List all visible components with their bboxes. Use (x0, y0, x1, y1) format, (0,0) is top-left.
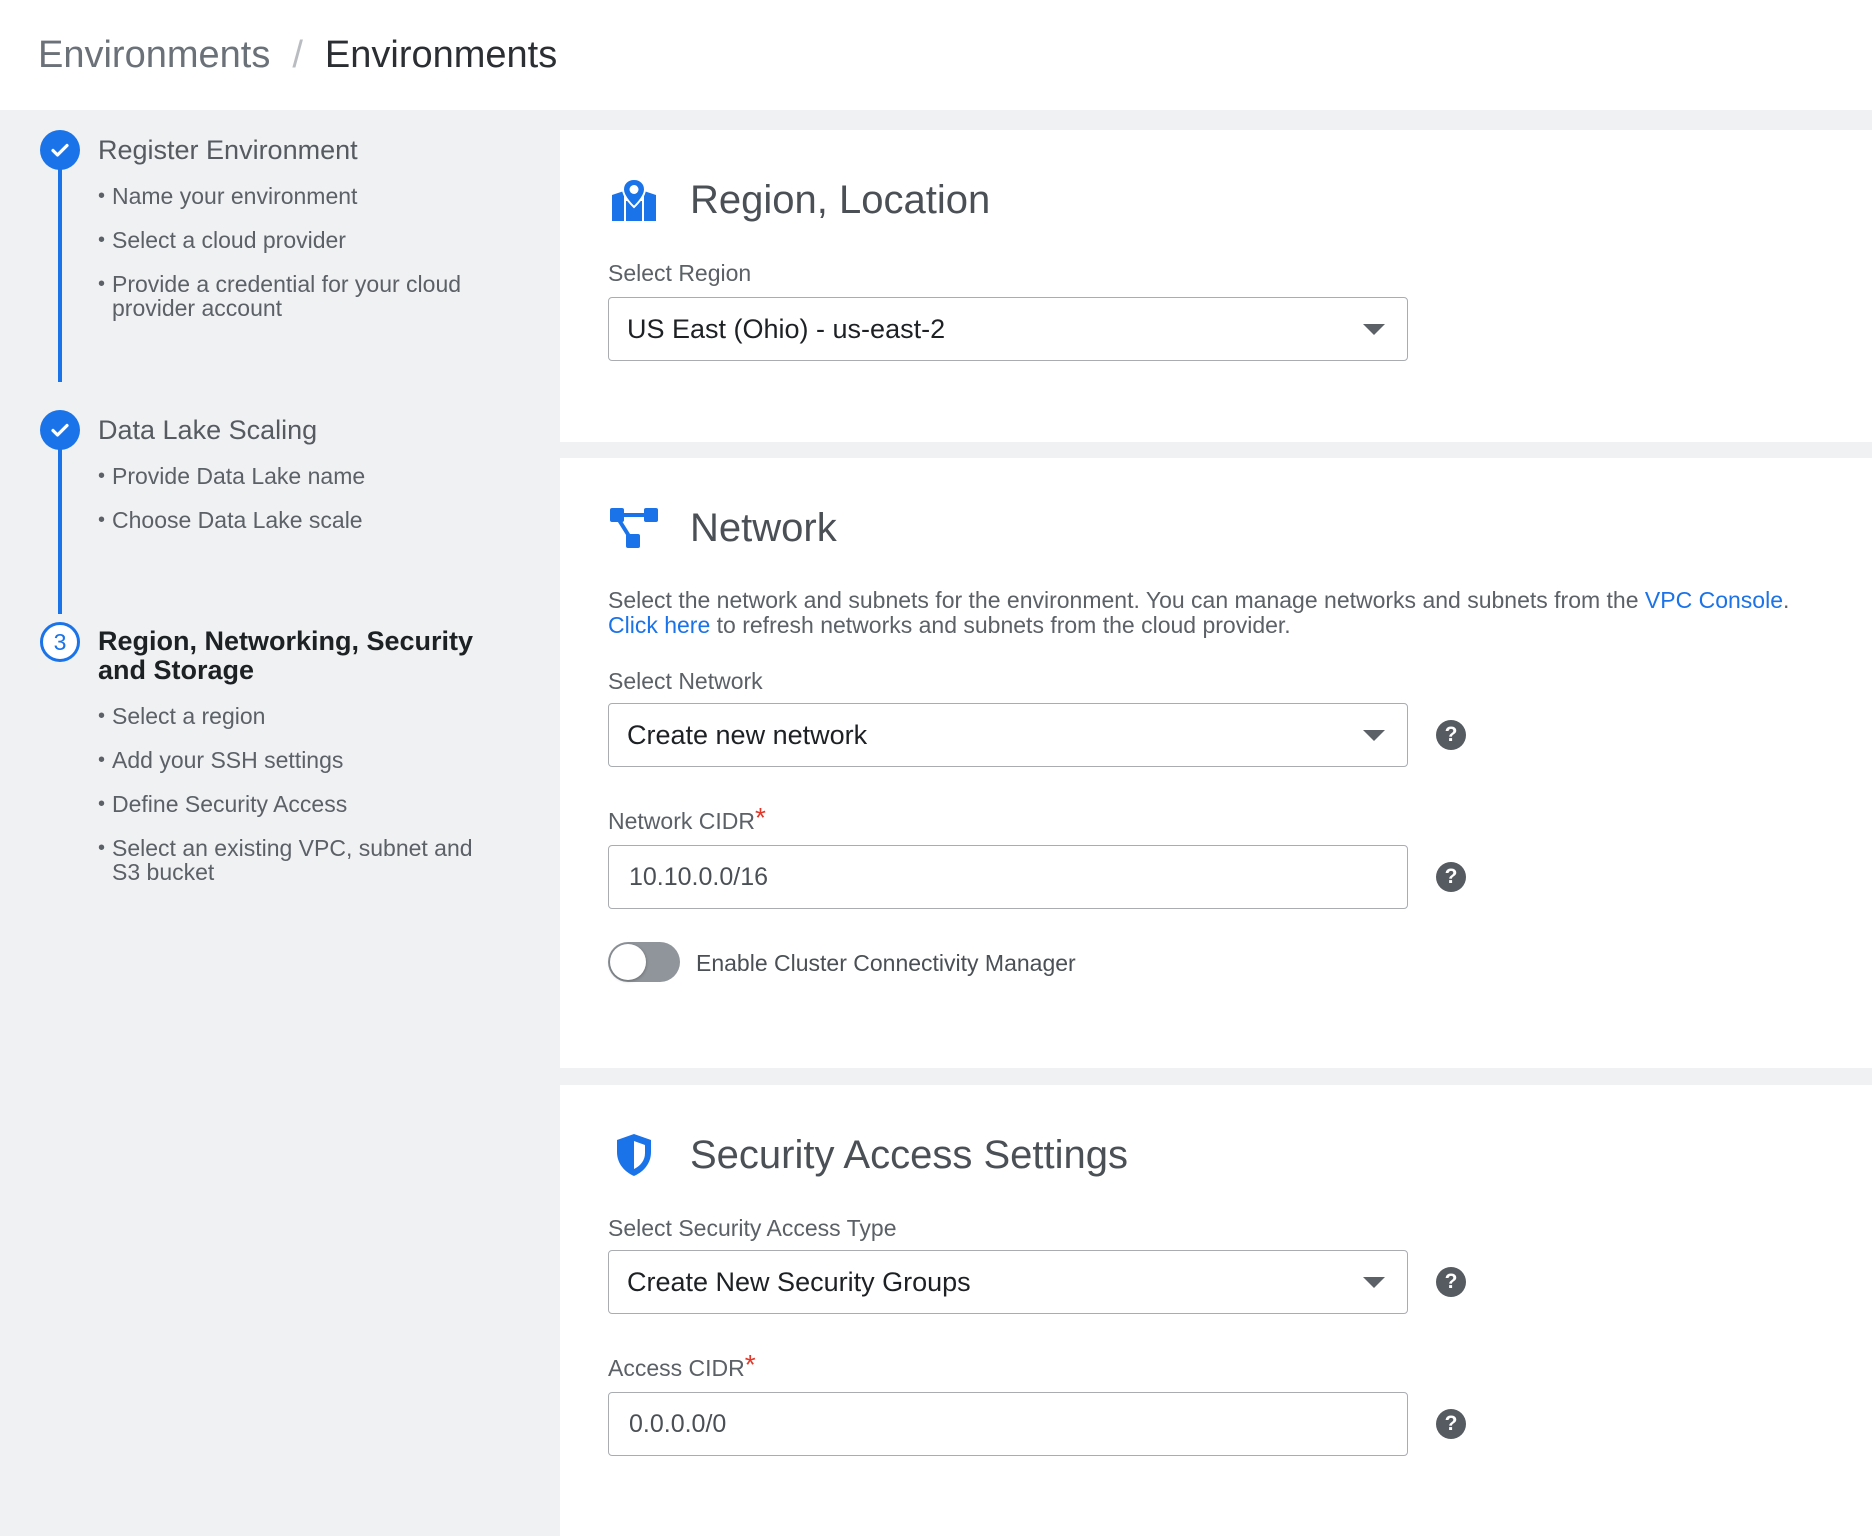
step-item: Select a region (98, 704, 498, 728)
step-item: Add your SSH settings (98, 748, 498, 772)
network-select-value: Create new network (627, 719, 868, 750)
security-card-title: Security Access Settings (690, 1132, 1128, 1177)
caret-down-icon (1363, 324, 1385, 335)
access-cidr-input[interactable]: 0.0.0.0/0 (608, 1392, 1408, 1456)
network-cidr-label: Network CIDR* (608, 802, 766, 840)
access-cidr-value: 0.0.0.0/0 (629, 1409, 727, 1438)
caret-down-icon (1363, 1277, 1385, 1288)
breadcrumb-item-environments[interactable]: Environments (38, 34, 270, 77)
ccm-toggle[interactable] (608, 942, 680, 982)
step-items-data-lake: Provide Data Lake name Choose Data Lake … (98, 464, 498, 552)
network-card: Network Select the network and subnets f… (560, 458, 1872, 1068)
network-cidr-input[interactable]: 10.10.0.0/16 (608, 845, 1408, 909)
required-marker: * (744, 1349, 756, 1380)
map-pin-icon (608, 174, 660, 226)
network-desc-text: to refresh networks and subnets from the… (710, 612, 1291, 638)
network-icon (608, 502, 660, 554)
region-card-header: Region, Location (608, 174, 990, 226)
wizard-steps: Register Environment Name your environme… (0, 110, 560, 1536)
step-item: Name your environment (98, 184, 498, 208)
network-select[interactable]: Create new network (608, 703, 1408, 767)
security-card-header: Security Access Settings (608, 1129, 1128, 1181)
step-item: Select a cloud provider (98, 228, 498, 252)
step-item: Choose Data Lake scale (98, 508, 498, 532)
help-icon[interactable]: ? (1436, 1409, 1466, 1439)
network-card-header: Network (608, 502, 837, 554)
step-item: Provide a credential for your cloud prov… (98, 272, 498, 320)
vpc-console-link[interactable]: VPC Console (1645, 587, 1783, 613)
step-items-region: Select a region Add your SSH settings De… (98, 704, 498, 904)
region-select[interactable]: US East (Ohio) - us-east-2 (608, 297, 1408, 361)
step-title-data-lake-scaling[interactable]: Data Lake Scaling (98, 416, 317, 445)
security-type-label: Select Security Access Type (608, 1215, 897, 1241)
security-type-select[interactable]: Create New Security Groups (608, 1250, 1408, 1314)
access-cidr-label: Access CIDR* (608, 1349, 756, 1387)
network-card-title: Network (690, 505, 837, 550)
region-card-title: Region, Location (690, 177, 991, 222)
step-item: Provide Data Lake name (98, 464, 498, 488)
step-connector (58, 432, 62, 614)
select-region-label: Select Region (608, 260, 752, 286)
security-type-value: Create New Security Groups (627, 1266, 971, 1297)
help-icon[interactable]: ? (1436, 862, 1466, 892)
breadcrumb: Environments / Environments (0, 0, 1872, 110)
breadcrumb-current: Environments (324, 33, 558, 76)
network-cidr-label-text: Network CIDR (608, 808, 755, 834)
refresh-networks-link[interactable]: Click here (608, 612, 710, 638)
caret-down-icon (1363, 730, 1385, 741)
network-desc-text: Select the network and subnets for the e… (608, 587, 1645, 613)
select-network-label: Select Network (608, 668, 763, 694)
step-items-register: Name your environment Select a cloud pro… (98, 184, 498, 340)
step-item: Define Security Access (98, 792, 498, 816)
step-item: Select an existing VPC, subnet and S3 bu… (98, 836, 498, 884)
step-title-register-environment[interactable]: Register Environment (98, 136, 358, 165)
network-cidr-value: 10.10.0.0/16 (629, 862, 769, 891)
toggle-knob (610, 944, 646, 980)
required-marker: * (754, 802, 766, 833)
breadcrumb-separator: / (292, 33, 303, 76)
help-icon[interactable]: ? (1436, 1267, 1466, 1297)
network-desc-text: . (1783, 587, 1790, 613)
access-cidr-label-text: Access CIDR (608, 1355, 745, 1381)
region-select-value: US East (Ohio) - us-east-2 (627, 313, 946, 344)
step-title-region-networking: Region, Networking, Security and Storage (98, 626, 474, 685)
ccm-toggle-label: Enable Cluster Connectivity Manager (696, 950, 1076, 976)
help-icon[interactable]: ? (1436, 720, 1466, 750)
check-icon (40, 410, 80, 450)
region-card: Region, Location Select Region US East (… (560, 130, 1872, 442)
step-number-badge: 3 (40, 622, 80, 662)
network-description: Select the network and subnets for the e… (608, 588, 1858, 638)
check-icon (40, 130, 80, 170)
shield-icon (608, 1129, 660, 1181)
step-connector (58, 152, 62, 382)
security-card: Security Access Settings Select Security… (560, 1085, 1872, 1536)
